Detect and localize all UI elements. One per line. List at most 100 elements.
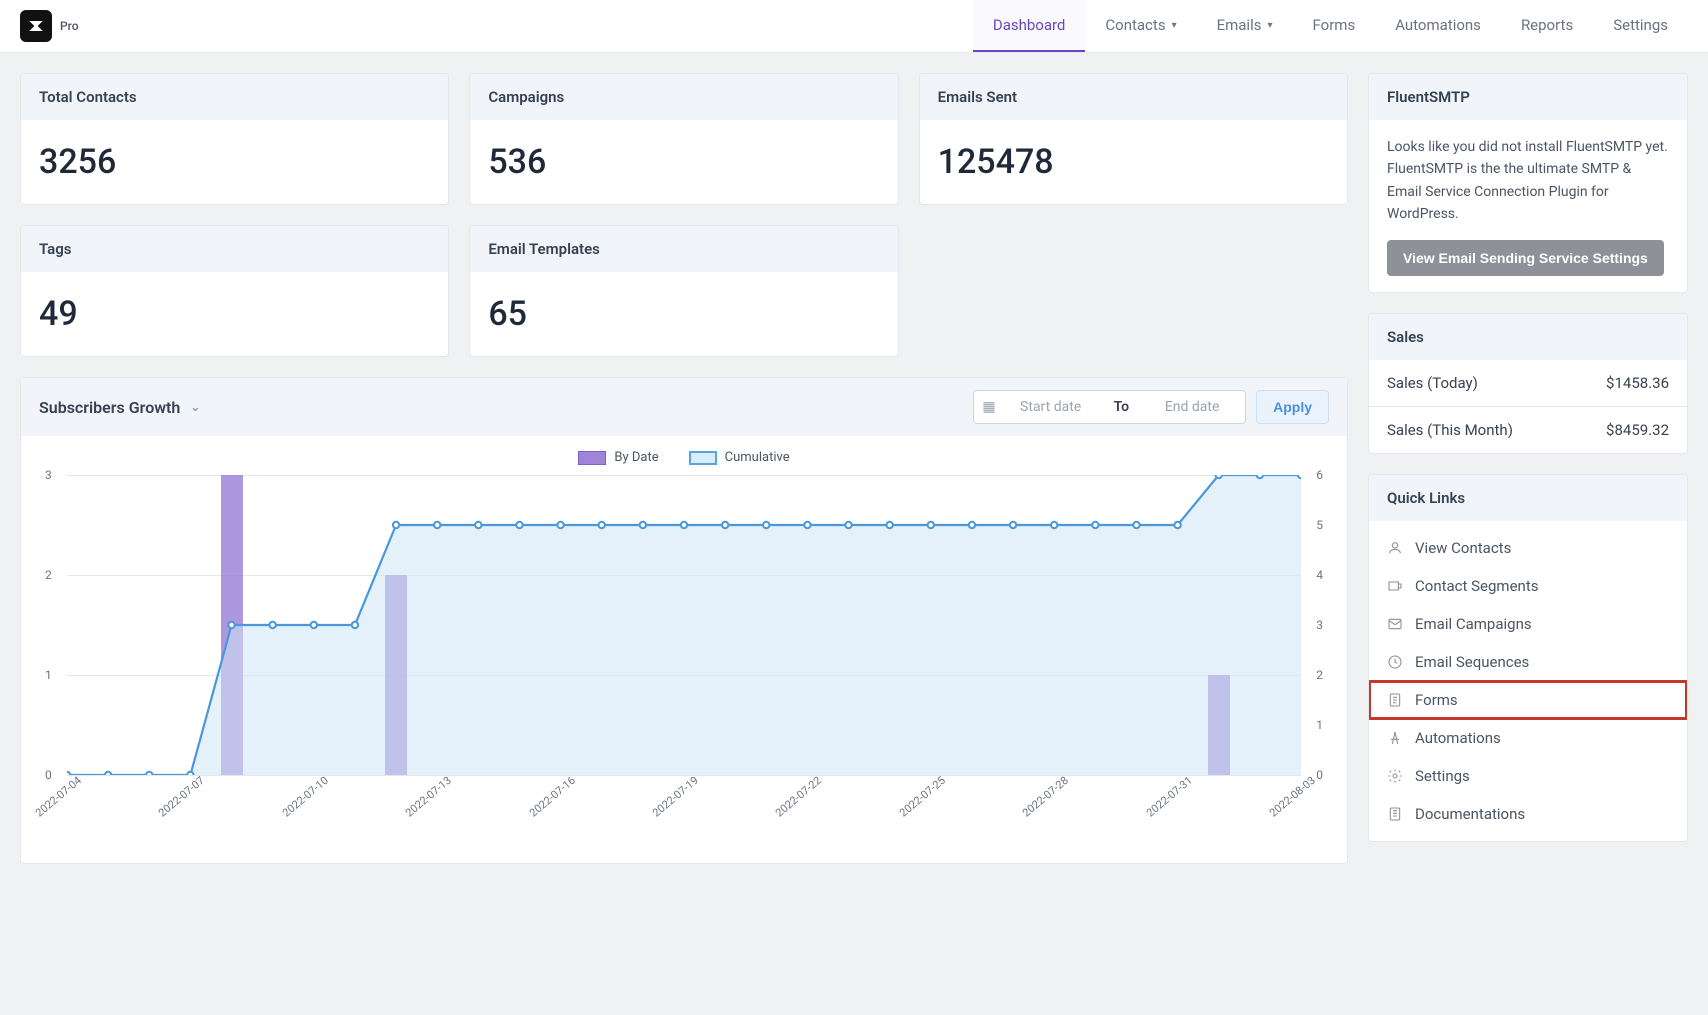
stat-value: 49 xyxy=(39,294,430,334)
logo-icon xyxy=(20,10,52,42)
y-right-tick: 2 xyxy=(1316,668,1323,682)
card-total-contacts[interactable]: Total Contacts 3256 xyxy=(20,73,449,205)
card-emails-sent[interactable]: Emails Sent 125478 xyxy=(919,73,1348,205)
stat-value: 3256 xyxy=(39,142,430,182)
ql-label: Email Campaigns xyxy=(1415,615,1532,633)
nav-settings[interactable]: Settings xyxy=(1593,0,1688,52)
quick-link-forms[interactable]: Forms xyxy=(1369,681,1687,719)
chart-title-dropdown[interactable]: Subscribers Growth ⌄ xyxy=(39,398,200,417)
y-left-tick: 2 xyxy=(45,568,52,582)
nav-contacts[interactable]: Contacts▾ xyxy=(1085,0,1196,52)
nav-label: Forms xyxy=(1313,16,1356,34)
x-tick: 2022-07-25 xyxy=(897,774,948,820)
main-nav: Dashboard Contacts▾ Emails ▾ Forms Automa… xyxy=(973,0,1688,52)
ql-icon xyxy=(1387,540,1403,556)
end-date-placeholder: End date xyxy=(1147,399,1237,415)
y-left-tick: 0 xyxy=(45,768,52,782)
view-smtp-settings-button[interactable]: View Email Sending Service Settings xyxy=(1387,240,1664,276)
y-left-tick: 1 xyxy=(45,668,52,682)
apply-button[interactable]: Apply xyxy=(1256,390,1329,424)
pro-badge: Pro xyxy=(60,19,79,33)
card-tags[interactable]: Tags 49 xyxy=(20,225,449,357)
ql-label: Forms xyxy=(1415,691,1458,709)
ql-label: Settings xyxy=(1415,767,1470,785)
x-tick: 2022-07-16 xyxy=(527,774,578,820)
brand: Pro xyxy=(20,10,79,42)
ql-icon xyxy=(1387,768,1403,784)
y-right-tick: 6 xyxy=(1316,468,1323,482)
ql-icon xyxy=(1387,578,1403,594)
x-tick: 2022-07-28 xyxy=(1020,774,1071,820)
stat-value: 536 xyxy=(488,142,879,182)
quick-link-email-sequences[interactable]: Email Sequences xyxy=(1369,643,1687,681)
y-right-tick: 0 xyxy=(1316,768,1323,782)
chart-subscribers-growth: Subscribers Growth ⌄ ▦ Start date To End… xyxy=(20,377,1348,864)
panel-header: FluentSMTP xyxy=(1369,74,1687,120)
ql-label: Contact Segments xyxy=(1415,577,1538,595)
chart-legend: By Date Cumulative xyxy=(39,450,1329,465)
y-right-tick: 4 xyxy=(1316,568,1323,582)
quick-link-view-contacts[interactable]: View Contacts xyxy=(1369,529,1687,567)
quick-link-email-campaigns[interactable]: Email Campaigns xyxy=(1369,605,1687,643)
x-tick: 2022-07-31 xyxy=(1144,774,1195,820)
y-right-tick: 3 xyxy=(1316,618,1323,632)
y-left-tick: 3 xyxy=(45,468,52,482)
chart-plot-area: 01230123456 xyxy=(67,475,1301,775)
nav-forms[interactable]: Forms xyxy=(1293,0,1376,52)
ql-icon xyxy=(1387,692,1403,708)
ql-label: Automations xyxy=(1415,729,1501,747)
sales-value: $1458.36 xyxy=(1606,374,1669,392)
quick-links-list: View Contacts Contact Segments Email Campa… xyxy=(1369,521,1687,841)
nav-label: Emails xyxy=(1217,16,1262,34)
nav-emails[interactable]: Emails ▾ xyxy=(1197,0,1293,52)
start-date-placeholder: Start date xyxy=(1006,399,1096,415)
chevron-down-icon: ▾ xyxy=(1267,20,1272,31)
stat-value: 65 xyxy=(488,294,879,334)
quick-link-contact-segments[interactable]: Contact Segments xyxy=(1369,567,1687,605)
legend-cumulative[interactable]: Cumulative xyxy=(689,450,790,465)
panel-sales: Sales Sales (Today) $1458.36 Sales (This… xyxy=(1368,313,1688,454)
calendar-icon: ▦ xyxy=(982,399,995,415)
chevron-down-icon: ⌄ xyxy=(190,400,200,414)
nav-label: Reports xyxy=(1521,16,1573,34)
nav-label: Dashboard xyxy=(993,16,1066,34)
stat-value: 125478 xyxy=(938,142,1329,182)
topbar: Pro Dashboard Contacts▾ Emails ▾ Forms Au… xyxy=(0,0,1708,53)
y-right-tick: 1 xyxy=(1316,718,1323,732)
legend-label: Cumulative xyxy=(725,450,790,465)
panel-header: Quick Links xyxy=(1369,475,1687,521)
y-right-tick: 5 xyxy=(1316,518,1323,532)
chart-x-axis: 2022-07-042022-07-072022-07-102022-07-13… xyxy=(67,781,1301,841)
ql-label: View Contacts xyxy=(1415,539,1511,557)
legend-by-date[interactable]: By Date xyxy=(578,450,658,465)
card-email-templates[interactable]: Email Templates 65 xyxy=(469,225,898,357)
nav-label: Automations xyxy=(1395,16,1481,34)
card-header: Emails Sent xyxy=(920,74,1347,120)
date-separator: To xyxy=(1114,399,1129,415)
sales-label: Sales (This Month) xyxy=(1387,421,1513,439)
x-tick: 2022-07-10 xyxy=(280,774,331,820)
card-campaigns[interactable]: Campaigns 536 xyxy=(469,73,898,205)
sales-month-row: Sales (This Month) $8459.32 xyxy=(1369,406,1687,453)
quick-link-settings[interactable]: Settings xyxy=(1369,757,1687,795)
date-range-picker[interactable]: ▦ Start date To End date xyxy=(973,390,1246,424)
x-tick: 2022-08-03 xyxy=(1267,774,1318,820)
chart-title: Subscribers Growth xyxy=(39,398,180,417)
x-tick: 2022-07-22 xyxy=(773,774,824,820)
panel-quick-links: Quick Links View Contacts Contact Segment… xyxy=(1368,474,1688,842)
ql-icon xyxy=(1387,730,1403,746)
swatch-bar-icon xyxy=(578,451,606,465)
fluentsmtp-text: Looks like you did not install FluentSMT… xyxy=(1387,136,1669,226)
x-tick: 2022-07-19 xyxy=(650,774,701,820)
nav-dashboard[interactable]: Dashboard xyxy=(973,0,1086,52)
quick-link-documentations[interactable]: Documentations xyxy=(1369,795,1687,833)
ql-label: Email Sequences xyxy=(1415,653,1529,671)
nav-automations[interactable]: Automations xyxy=(1375,0,1501,52)
quick-link-automations[interactable]: Automations xyxy=(1369,719,1687,757)
nav-label: Contacts xyxy=(1105,16,1165,34)
swatch-line-icon xyxy=(689,451,717,465)
card-header: Email Templates xyxy=(470,226,897,272)
ql-icon xyxy=(1387,806,1403,822)
sales-value: $8459.32 xyxy=(1606,421,1669,439)
nav-reports[interactable]: Reports xyxy=(1501,0,1593,52)
